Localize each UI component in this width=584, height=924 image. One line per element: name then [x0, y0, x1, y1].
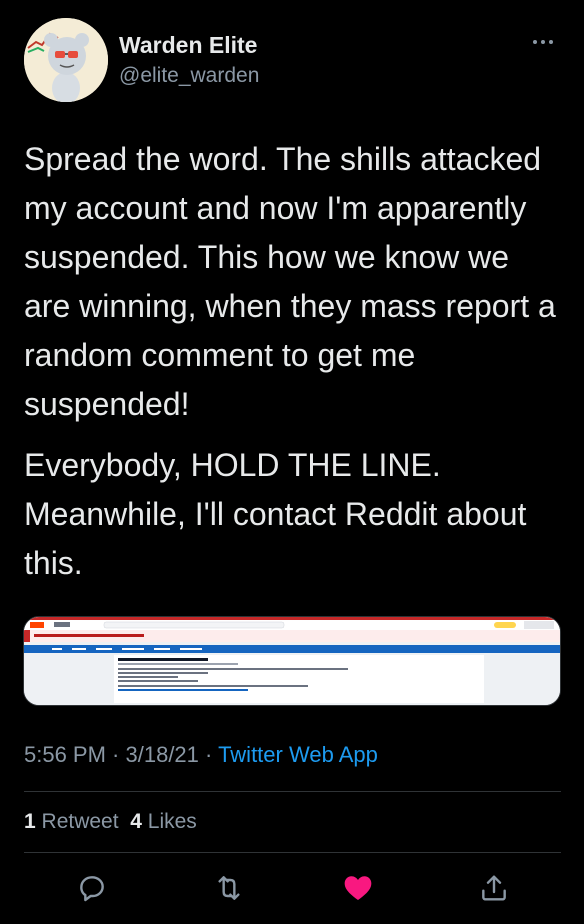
embedded-screenshot-image[interactable] [23, 616, 561, 706]
retweets-stat[interactable]: 1 Retweet [24, 810, 119, 833]
tweet-text-paragraph: Spread the word. The shills attacked my … [24, 141, 556, 422]
divider [24, 852, 561, 853]
tweet-time[interactable]: 5:56 PM [24, 742, 106, 767]
retweets-count: 1 [24, 810, 36, 833]
share-icon[interactable] [478, 872, 510, 904]
tweet-date[interactable]: 3/18/21 [126, 742, 199, 767]
tweet-text-paragraph: Everybody, HOLD THE LINE. Meanwhile, I'l… [24, 447, 527, 581]
avatar-illustration [24, 18, 108, 102]
retweet-icon[interactable] [213, 872, 245, 904]
like-icon[interactable] [342, 872, 374, 904]
reddit-screenshot-thumbnail [24, 617, 560, 705]
source-app-link[interactable]: Twitter Web App [218, 742, 378, 767]
separator: · [198, 742, 219, 767]
engagement-stats: 1 Retweet 4 Likes [24, 810, 197, 834]
likes-label: Likes [147, 810, 197, 833]
separator: · [105, 742, 126, 767]
likes-stat[interactable]: 4 Likes [130, 810, 197, 833]
tweet-metadata: 5:56 PM · 3/18/21 · Twitter Web App [24, 742, 378, 768]
avatar[interactable] [24, 18, 108, 102]
display-name[interactable]: Warden Elite [119, 32, 257, 59]
reply-icon[interactable] [76, 872, 108, 904]
divider [24, 791, 561, 792]
user-handle[interactable]: @elite_warden [119, 64, 259, 88]
retweets-label: Retweet [41, 810, 119, 833]
likes-count: 4 [130, 810, 142, 833]
more-options-icon[interactable] [533, 32, 563, 52]
